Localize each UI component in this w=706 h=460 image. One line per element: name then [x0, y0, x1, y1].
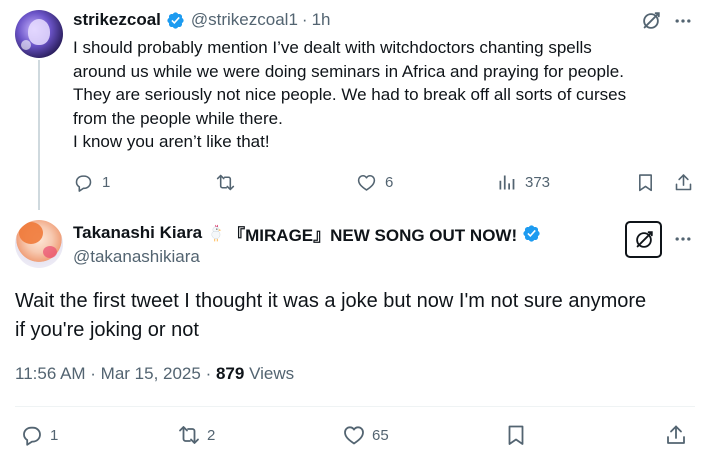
bookmark-icon [508, 425, 524, 445]
verified-badge-icon [167, 11, 184, 29]
tweet2-text: Wait the first tweet I thought it was a … [15, 287, 695, 345]
thread-connector-line [38, 60, 40, 210]
tweet2-bookmark-button[interactable] [504, 421, 528, 449]
tweet2-share-button[interactable] [664, 421, 688, 449]
tweet1-views-button[interactable]: 373 [496, 170, 550, 194]
tweet1-like-count: 6 [385, 173, 394, 191]
avatar-strikezcoal[interactable] [15, 10, 63, 58]
tweet1-line: from the people while there. [73, 108, 283, 128]
grok-icon [635, 230, 653, 248]
tweet1-time[interactable]: 1h [312, 10, 331, 30]
tweet1-reply-count: 1 [102, 173, 111, 191]
views-icon [499, 175, 515, 189]
tweet1-retweet-button[interactable] [215, 170, 244, 194]
tweet2-view-count: 879 [215, 364, 245, 383]
tweet2-like-count: 65 [372, 426, 389, 444]
tweet2-header: Takanashi Kiara 『MIRAGE』NEW SONG OUT NOW… [73, 221, 541, 246]
tweet2-reply-button[interactable]: 1 [20, 421, 58, 449]
tweet1-line: They are seriously not nice people. We h… [73, 85, 627, 104]
tweet2-like-button[interactable]: 65 [342, 421, 389, 449]
tweet1-separator: · [301, 10, 308, 29]
tweet2-line: if you're joking or not [15, 319, 199, 341]
tweet2-meta: 11:56 AM · Mar 15, 2025 · 879 Views [15, 364, 294, 384]
retweet-icon [216, 174, 235, 190]
divider [15, 406, 695, 407]
tweet2-reply-count: 1 [50, 426, 59, 444]
tweet1-header: strikezcoal @strikezcoal1 · 1h [73, 9, 331, 31]
chicken-emoji-icon [211, 224, 222, 242]
like-icon [357, 174, 376, 191]
tweet1-share-button[interactable] [673, 170, 694, 194]
tweet2-timestamp[interactable]: 11:56 AM · Mar 15, 2025 · [15, 364, 216, 383]
tweet1-view-count: 373 [525, 173, 551, 191]
tweet1-line: I know you aren’t like that! [73, 132, 270, 151]
tweet1-like-button[interactable]: 6 [356, 170, 393, 194]
more-icon[interactable] [673, 229, 693, 249]
like-icon [344, 426, 364, 445]
reply-icon [75, 174, 92, 192]
more-icon[interactable] [673, 11, 693, 31]
verified-badge-icon [523, 224, 540, 242]
tweet1-reply-button[interactable]: 1 [73, 170, 110, 194]
reply-icon [23, 426, 41, 446]
grok-icon[interactable] [640, 10, 662, 32]
tweet2-action-bar: 1 2 65 [15, 421, 695, 449]
tweet2-retweet-button[interactable]: 2 [177, 421, 215, 449]
tweet1-action-bar: 1 6 373 [73, 170, 698, 194]
tweet1-display-name[interactable]: strikezcoal [73, 10, 161, 30]
share-icon [675, 173, 692, 190]
tweet2-views-label: Views [244, 364, 295, 383]
tweet1-bookmark-button[interactable] [635, 170, 656, 194]
retweet-icon [179, 426, 199, 444]
share-icon [667, 425, 685, 444]
tweet1-line: I should probably mention I’ve dealt wit… [73, 38, 592, 57]
bookmark-icon [639, 173, 652, 191]
tweet2-display-name[interactable]: Takanashi Kiara [73, 223, 202, 243]
tweet1-line: around us while we were doing seminars i… [73, 61, 624, 81]
tweet2-handle[interactable]: @takanashikiara [73, 247, 200, 267]
tweet2-line: Wait the first tweet I thought it was a … [15, 290, 647, 312]
tweet1-handle[interactable]: @strikezcoal1 [191, 10, 298, 30]
grok-button[interactable] [625, 221, 662, 258]
tweet2-retweet-count: 2 [207, 426, 216, 444]
tweet2-name-suffix[interactable]: 『MIRAGE』NEW SONG OUT NOW! [228, 221, 517, 246]
avatar-takanashikiara[interactable] [15, 220, 63, 268]
tweet1-text: I should probably mention I’ve dealt wit… [73, 36, 693, 154]
